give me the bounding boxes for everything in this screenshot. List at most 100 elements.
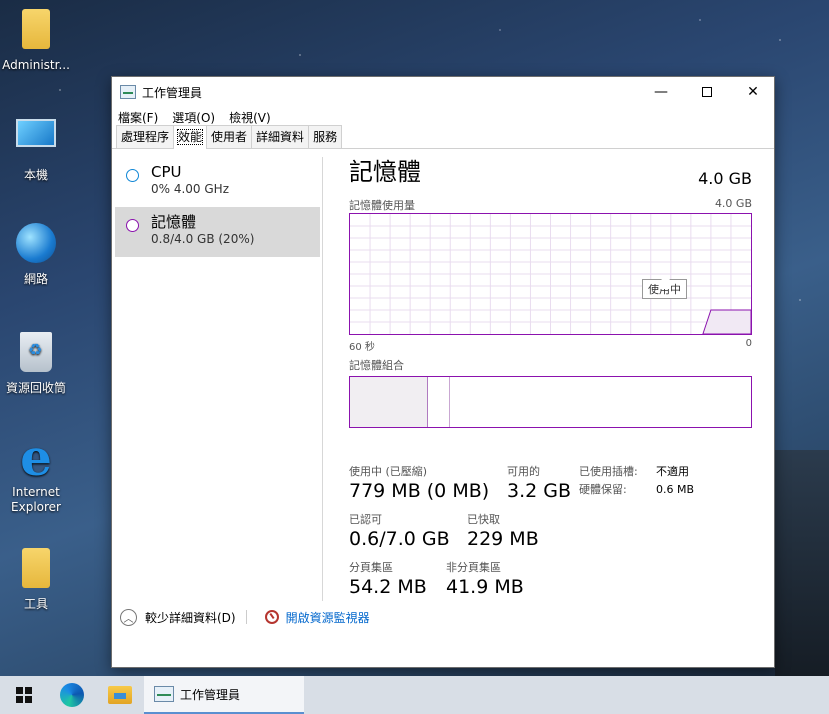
sidebar-item-title: 記憶體 [151, 213, 197, 231]
desktop-icon-label: 資源回收筒 [5, 381, 66, 395]
desktop-icon-internet-explorer[interactable]: e Internet Explorer [0, 428, 72, 515]
desktop-icon-label: 本機 [23, 168, 48, 182]
reserved-value: 0.6 MB [656, 483, 695, 496]
task-manager-window: 工作管理員 — ✕ 檔案(F) 選項(O) 檢視(V) 處理程序 效能 使用者 … [111, 76, 775, 668]
sidebar-item-title: CPU [151, 163, 182, 181]
tab-details[interactable]: 詳細資料 [251, 125, 310, 148]
stat-label: 已認可 [349, 513, 382, 526]
stat-label: 已快取 [467, 513, 500, 526]
desktop-icon-label: 工具 [23, 597, 48, 611]
cpu-indicator-icon [126, 169, 139, 182]
panel-divider [322, 157, 323, 601]
desktop-icon-label: Administr... [2, 58, 70, 72]
maximize-icon [702, 87, 712, 97]
memory-composition-bar[interactable] [349, 376, 752, 428]
open-resource-monitor-link[interactable]: 開啟資源監視器 [264, 609, 370, 626]
taskbar-task-label: 工作管理員 [180, 687, 241, 702]
desktop-icon-network[interactable]: 網路 [0, 221, 72, 287]
desktop-icon-this-pc[interactable]: 本機 [0, 113, 72, 183]
internet-explorer-icon: e [20, 428, 52, 487]
desktop-icon-administrator[interactable]: Administr... [0, 6, 72, 73]
menu-view[interactable]: 檢視(V) [229, 109, 271, 126]
composition-label: 記憶體組合 [349, 359, 404, 372]
menu-file[interactable]: 檔案(F) [118, 109, 158, 126]
memory-usage-graph[interactable] [349, 213, 752, 335]
fewer-details-label: 較少詳細資料(D) [145, 610, 236, 625]
stat-value: 0.6/7.0 GB [349, 528, 450, 550]
stat-label: 可用的 [507, 465, 540, 478]
taskbar-edge[interactable] [48, 676, 96, 714]
resource-monitor-label: 開啟資源監視器 [285, 610, 370, 625]
tab-users[interactable]: 使用者 [206, 125, 253, 148]
sidebar-item-memory[interactable]: 記憶體 0.8/4.0 GB (20%) [115, 207, 320, 257]
fewer-details-button[interactable]: ︿ 較少詳細資料(D) [120, 608, 236, 626]
desktop-icon-recycle-bin[interactable]: 資源回收筒 [0, 329, 72, 396]
tab-label: 詳細資料 [256, 130, 305, 144]
title-bar[interactable]: 工作管理員 — ✕ [112, 77, 774, 107]
stat-value: 229 MB [467, 528, 539, 550]
memory-indicator-icon [126, 219, 139, 232]
composition-modified-segment [428, 377, 450, 427]
stat-label: 非分頁集區 [446, 561, 501, 574]
stat-cached: 已快取 229 MB [467, 512, 539, 551]
desktop-icon-tools[interactable]: 工具 [0, 545, 72, 612]
user-folder-icon [13, 9, 59, 55]
maximize-button[interactable] [684, 77, 730, 107]
wallpaper-mountain [775, 450, 829, 680]
tab-label: 服務 [313, 130, 338, 144]
taskbar-file-explorer[interactable] [96, 676, 144, 714]
close-button[interactable]: ✕ [730, 77, 776, 107]
tab-services[interactable]: 服務 [308, 125, 343, 148]
stat-value: 779 MB (0 MB) [349, 480, 490, 502]
resource-monitor-icon [264, 610, 279, 624]
stat-committed: 已認可 0.6/7.0 GB [349, 512, 450, 551]
taskbar-task-manager[interactable]: 工作管理員 [144, 676, 304, 714]
memory-usage-chart [350, 214, 751, 334]
tab-label: 效能 [177, 129, 204, 145]
minimize-icon: — [654, 84, 668, 100]
desktop-icon-label: 網路 [23, 272, 48, 286]
stat-value: 54.2 MB [349, 576, 427, 598]
menu-options[interactable]: 選項(O) [172, 109, 215, 126]
footer-bar: ︿ 較少詳細資料(D) 開啟資源監視器 [112, 597, 774, 637]
task-manager-icon [154, 686, 174, 702]
stat-label: 使用中 (已壓縮) [349, 465, 428, 478]
close-icon: ✕ [747, 84, 759, 100]
edge-icon [60, 683, 84, 707]
network-icon [13, 223, 59, 269]
sidebar-item-subtitle: 0.8/4.0 GB (20%) [151, 232, 255, 246]
stat-value: 3.2 GB [507, 480, 572, 502]
slots-value: 不適用 [656, 465, 689, 478]
resource-sidebar: CPU 0% 4.00 GHz 記憶體 0.8/4.0 GB (20%) [115, 157, 320, 257]
stat-in-use: 使用中 (已壓縮) 779 MB (0 MB) [349, 464, 489, 503]
tab-performance[interactable]: 效能 [173, 125, 208, 149]
start-button[interactable] [0, 676, 48, 714]
graph-time-start: 60 秒 [349, 342, 375, 353]
folder-icon [13, 548, 59, 594]
stat-value: 41.9 MB [446, 576, 524, 598]
windows-logo-icon [16, 687, 32, 703]
stat-available: 可用的 3.2 GB [507, 464, 571, 503]
desktop-icon-label: Internet Explorer [11, 485, 61, 514]
computer-icon [13, 119, 59, 165]
window-title: 工作管理員 [142, 85, 203, 100]
menu-bar: 檔案(F) 選項(O) 檢視(V) [112, 107, 774, 127]
taskbar: 工作管理員 [0, 676, 829, 714]
stat-slots-reserved-values: 不適用 0.6 MB [656, 463, 694, 499]
usage-graph-max: 4.0 GB [714, 197, 752, 210]
tab-processes[interactable]: 處理程序 [116, 125, 175, 148]
minimize-button[interactable]: — [638, 77, 684, 107]
recycle-bin-icon [13, 332, 59, 378]
stat-label: 分頁集區 [349, 561, 393, 574]
task-manager-icon [120, 85, 136, 99]
sidebar-item-cpu[interactable]: CPU 0% 4.00 GHz [115, 157, 320, 207]
sidebar-item-subtitle: 0% 4.00 GHz [151, 182, 230, 196]
memory-heading: 記憶體 [349, 158, 421, 186]
usage-graph-label: 記憶體使用量 [349, 199, 415, 212]
stat-paged-pool: 分頁集區 54.2 MB [349, 560, 427, 599]
memory-total: 4.0 GB [698, 169, 752, 188]
composition-in-use-segment [350, 377, 428, 427]
tab-label: 使用者 [211, 130, 248, 144]
tab-bar: 處理程序 效能 使用者 詳細資料 服務 [112, 125, 774, 149]
slots-label: 已使用插槽: [579, 465, 638, 478]
